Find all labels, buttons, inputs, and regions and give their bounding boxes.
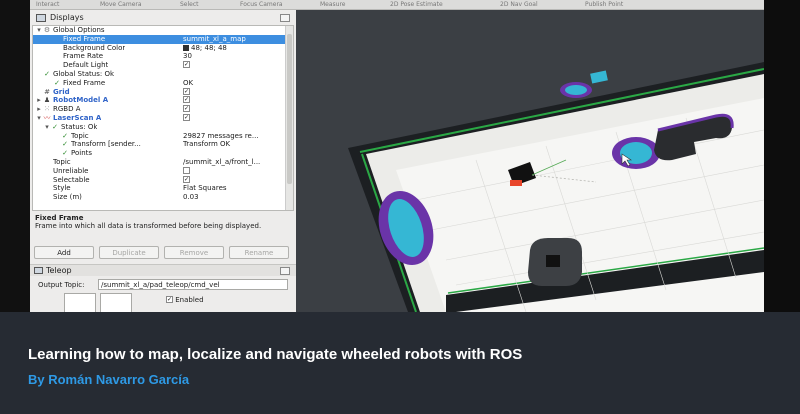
rviz-screenshot: Interact Move Camera Select Focus Camera… — [0, 0, 800, 312]
status-ok-icon: ✓ — [54, 78, 60, 87]
right-letterbox — [764, 0, 800, 312]
tree-row-unreliable[interactable]: Unreliable — [33, 166, 285, 176]
robot-model-icon: ♟ — [43, 96, 51, 105]
map-render — [296, 10, 764, 312]
tree-row-style[interactable]: Style Flat Squares — [33, 184, 285, 193]
rviz-toolbar: Interact Move Camera Select Focus Camera… — [30, 0, 764, 10]
tree-row-status-ok[interactable]: ▾ ✓ Status: Ok — [33, 123, 285, 132]
tree-row-fixed-frame[interactable]: Fixed Frame summit_xl_a_map — [33, 34, 285, 44]
displays-title: Displays — [50, 13, 84, 22]
enabled-toggle[interactable]: ✓ Enabled — [166, 296, 204, 304]
tree-row-selectable[interactable]: Selectable ✓ — [33, 175, 285, 185]
teleop-pad-right[interactable] — [100, 293, 132, 312]
tree-row-default-light[interactable]: Default Light ✓ — [33, 61, 285, 70]
close-icon[interactable] — [280, 267, 290, 275]
tree-row-topic-status[interactable]: ✓ Topic 29827 messages re... — [33, 132, 285, 141]
tree-row-robotmodel[interactable]: ▸ ♟ RobotModel A ✓ — [33, 96, 285, 105]
checkbox-checked[interactable]: ✓ — [183, 87, 190, 95]
expand-arrow-icon[interactable]: ▸ — [35, 106, 43, 113]
tree-scrollbar[interactable] — [285, 26, 293, 210]
color-swatch — [183, 44, 189, 51]
gear-icon: ⚙ — [43, 26, 51, 34]
tool-focus-camera[interactable]: Focus Camera — [240, 1, 283, 9]
teleop-header: Teleop — [30, 264, 296, 276]
duplicate-button[interactable]: Duplicate — [99, 246, 159, 259]
tree-row-size[interactable]: Size (m) 0.03 — [33, 193, 285, 202]
expand-arrow-icon[interactable]: ▾ — [43, 123, 51, 131]
tree-row-points-status[interactable]: ✓ Points — [33, 149, 285, 158]
3d-viewport[interactable] — [296, 10, 764, 312]
tree-row-global-options[interactable]: ▾ ⚙ Global Options — [33, 26, 285, 35]
rename-button[interactable]: Rename — [229, 246, 289, 259]
tool-2d-pose-estimate[interactable]: 2D Pose Estimate — [390, 1, 443, 9]
monitor-icon — [34, 267, 43, 274]
checkbox-checked[interactable]: ✓ — [183, 114, 190, 121]
course-title[interactable]: Learning how to map, localize and naviga… — [28, 346, 522, 363]
monitor-icon — [36, 14, 46, 22]
tool-interact[interactable]: Interact — [36, 1, 59, 9]
display-buttons: Add Duplicate Remove Rename — [32, 246, 294, 260]
expand-arrow-icon[interactable]: ▾ — [35, 115, 43, 122]
tool-move-camera[interactable]: Move Camera — [100, 1, 142, 9]
remove-button[interactable]: Remove — [164, 246, 224, 259]
output-topic-label: Output Topic: — [38, 281, 85, 289]
checkbox-checked[interactable]: ✓ — [183, 105, 190, 113]
status-ok-icon: ✓ — [52, 122, 58, 131]
laserscan-icon: 〰 — [43, 114, 51, 122]
course-author[interactable]: By Román Navarro García — [28, 372, 189, 387]
checkbox-checked[interactable]: ✓ — [166, 296, 173, 303]
tree-row-transform-status[interactable]: ✓ Transform [sender... Transform OK — [33, 140, 285, 149]
description-title: Fixed Frame — [35, 214, 84, 222]
tool-2d-nav-goal[interactable]: 2D Nav Goal — [500, 1, 538, 9]
tree-row-fixed-frame-status[interactable]: ✓ Fixed Frame OK — [33, 79, 285, 88]
status-ok-icon: ✓ — [44, 70, 50, 78]
property-description: Fixed Frame Frame into which all data is… — [32, 213, 294, 243]
displays-panel: Displays ▾ ⚙ Global Options Fixed Frame … — [30, 10, 296, 312]
tool-measure[interactable]: Measure — [320, 1, 346, 9]
tree-row-grid[interactable]: # Grid ✓ — [33, 87, 285, 97]
checkbox-unchecked[interactable] — [183, 166, 190, 174]
status-ok-icon: ✓ — [62, 131, 68, 140]
tool-publish-point[interactable]: Publish Point — [585, 1, 623, 9]
expand-arrow-icon[interactable]: ▸ — [35, 97, 43, 104]
status-ok-icon: ✓ — [62, 149, 68, 158]
description-text: Frame into which all data is transformed… — [35, 222, 262, 230]
teleop-pad-left[interactable] — [64, 293, 96, 312]
checkbox-checked[interactable]: ✓ — [183, 61, 190, 69]
close-icon[interactable] — [280, 14, 290, 22]
tree-row-global-status[interactable]: ✓ Global Status: Ok — [33, 70, 285, 79]
displays-header: Displays — [30, 12, 296, 24]
obstacle-top-core — [565, 85, 587, 95]
scrollbar-thumb[interactable] — [287, 34, 292, 184]
teleop-title: Teleop — [46, 266, 72, 275]
pointcloud-icon: ⁙ — [44, 105, 50, 114]
checkbox-checked[interactable]: ✓ — [183, 175, 190, 183]
expand-arrow-icon[interactable]: ▾ — [35, 27, 43, 34]
tree-row-laserscan[interactable]: ▾ 〰 LaserScan A ✓ — [33, 114, 285, 123]
left-letterbox — [0, 0, 30, 312]
course-caption: Learning how to map, localize and naviga… — [0, 312, 800, 414]
obstacle-square-core — [546, 255, 560, 267]
fixed-frame-value[interactable]: summit_xl_a_map — [183, 35, 283, 44]
checkbox-checked[interactable]: ✓ — [183, 96, 190, 104]
add-button[interactable]: Add — [34, 246, 94, 259]
tree-row-frame-rate[interactable]: Frame Rate 30 — [33, 52, 285, 61]
grid-icon: # — [44, 87, 50, 96]
tool-select[interactable]: Select — [180, 1, 199, 9]
display-tree[interactable]: ▾ ⚙ Global Options Fixed Frame summit_xl… — [32, 25, 294, 211]
tree-row-background-color[interactable]: Background Color 48; 48; 48 — [33, 44, 285, 53]
tree-row-rgbd[interactable]: ▸ ⁙ RGBD A ✓ — [33, 105, 285, 114]
status-ok-icon: ✓ — [62, 140, 68, 149]
tree-row-topic[interactable]: Topic /summit_xl_a/front_l... — [33, 158, 285, 167]
output-topic-input[interactable] — [98, 279, 288, 290]
